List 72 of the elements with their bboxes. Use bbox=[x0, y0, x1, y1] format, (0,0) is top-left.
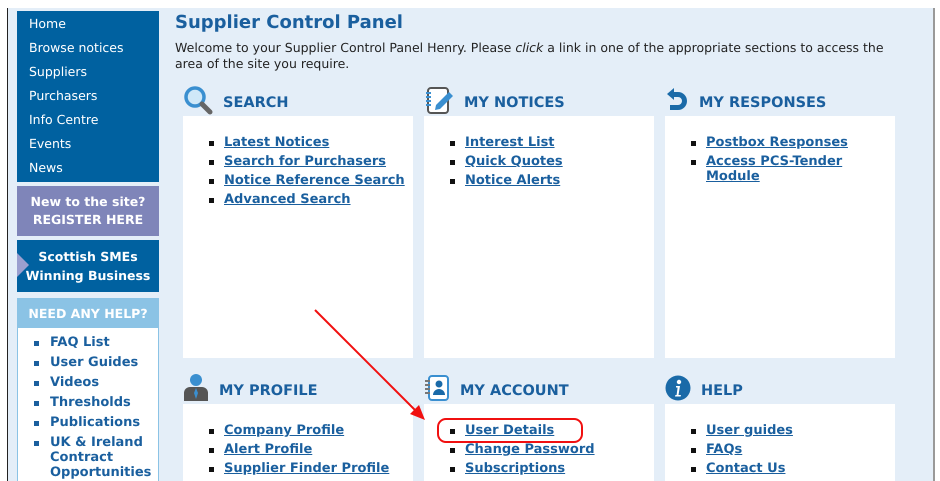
section-title: MY PROFILE bbox=[219, 382, 318, 399]
bullet-icon bbox=[691, 467, 696, 472]
nav-link[interactable]: Suppliers bbox=[17, 60, 159, 84]
section-title: MY NOTICES bbox=[464, 94, 565, 111]
bullet-icon bbox=[691, 160, 696, 165]
sme-banner[interactable]: Scottish SMEs Winning Business bbox=[17, 240, 159, 292]
section-title: SEARCH bbox=[223, 94, 289, 111]
bullet-icon bbox=[34, 361, 39, 366]
register-banner[interactable]: New to the site? REGISTER HERE bbox=[17, 186, 159, 236]
section-link[interactable]: FAQs bbox=[706, 442, 742, 457]
nav-link[interactable]: Purchasers bbox=[17, 84, 159, 108]
bullet-icon bbox=[34, 341, 39, 346]
bullet-icon bbox=[691, 141, 696, 146]
section-link[interactable]: Alert Profile bbox=[224, 442, 312, 457]
section-link[interactable]: Postbox Responses bbox=[706, 135, 848, 150]
section-link[interactable]: Contact Us bbox=[706, 461, 786, 476]
help-link[interactable]: Publications bbox=[50, 415, 140, 430]
page-title: Supplier Control Panel bbox=[175, 11, 404, 34]
section-link[interactable]: Access PCS-Tender Module bbox=[706, 154, 887, 184]
bullet-icon bbox=[691, 448, 696, 453]
section-link[interactable]: Notice Alerts bbox=[465, 173, 560, 188]
nav-link[interactable]: News bbox=[17, 156, 159, 180]
search-icon bbox=[183, 85, 213, 115]
help-link[interactable]: UK & Ireland Contract Opportunities bbox=[50, 435, 158, 480]
section-link[interactable]: Company Profile bbox=[224, 423, 344, 438]
info-icon bbox=[665, 375, 691, 401]
section-link[interactable]: Supplier Finder Profile bbox=[224, 461, 390, 476]
nav-link[interactable]: Events bbox=[17, 132, 159, 156]
bullet-icon bbox=[209, 141, 214, 146]
return-arrow-icon bbox=[665, 87, 689, 113]
bullet-icon bbox=[450, 448, 455, 453]
person-icon bbox=[183, 373, 209, 403]
help-link[interactable]: Thresholds bbox=[50, 395, 131, 410]
section-link[interactable]: Advanced Search bbox=[224, 192, 351, 207]
section-title: HELP bbox=[701, 382, 743, 399]
bullet-icon bbox=[34, 441, 39, 446]
section-link[interactable]: User Details bbox=[465, 423, 554, 438]
bullet-icon bbox=[450, 160, 455, 165]
section-link[interactable]: Quick Quotes bbox=[465, 154, 563, 169]
nav-link[interactable]: Info Centre bbox=[17, 108, 159, 132]
bullet-icon bbox=[209, 160, 214, 165]
help-link[interactable]: FAQ List bbox=[50, 335, 110, 350]
help-link[interactable]: Videos bbox=[50, 375, 100, 390]
section-link[interactable]: Change Password bbox=[465, 442, 595, 457]
section-title: MY RESPONSES bbox=[699, 94, 826, 111]
bullet-icon bbox=[450, 179, 455, 184]
bullet-icon bbox=[34, 401, 39, 406]
help-link[interactable]: User Guides bbox=[50, 355, 138, 370]
bullet-icon bbox=[209, 429, 214, 434]
section-link[interactable]: Notice Reference Search bbox=[224, 173, 405, 188]
contact-card-icon bbox=[424, 374, 450, 402]
nav-link[interactable]: Home bbox=[17, 12, 159, 36]
notepad-pencil-icon bbox=[424, 85, 454, 115]
section-link[interactable]: User guides bbox=[706, 423, 793, 438]
intro-text: Welcome to your Supplier Control Panel Henry. Please click a link in one of the appropriate sections to access the area of the site you require. bbox=[175, 40, 885, 72]
bullet-icon bbox=[209, 467, 214, 472]
section-link[interactable]: Interest List bbox=[465, 135, 555, 150]
section-title: MY ACCOUNT bbox=[460, 382, 569, 399]
bullet-icon bbox=[209, 179, 214, 184]
bullet-icon bbox=[450, 429, 455, 434]
bullet-icon bbox=[34, 381, 39, 386]
bullet-icon bbox=[209, 448, 214, 453]
bullet-icon bbox=[34, 421, 39, 426]
section-link[interactable]: Subscriptions bbox=[465, 461, 566, 476]
nav-link[interactable]: Browse notices bbox=[17, 36, 159, 60]
bullet-icon bbox=[209, 198, 214, 203]
bullet-icon bbox=[450, 141, 455, 146]
section-link[interactable]: Search for Purchasers bbox=[224, 154, 386, 169]
help-panel-title: NEED ANY HELP? bbox=[18, 299, 158, 328]
bullet-icon bbox=[691, 429, 696, 434]
section-link[interactable]: Latest Notices bbox=[224, 135, 330, 150]
bullet-icon bbox=[450, 467, 455, 472]
